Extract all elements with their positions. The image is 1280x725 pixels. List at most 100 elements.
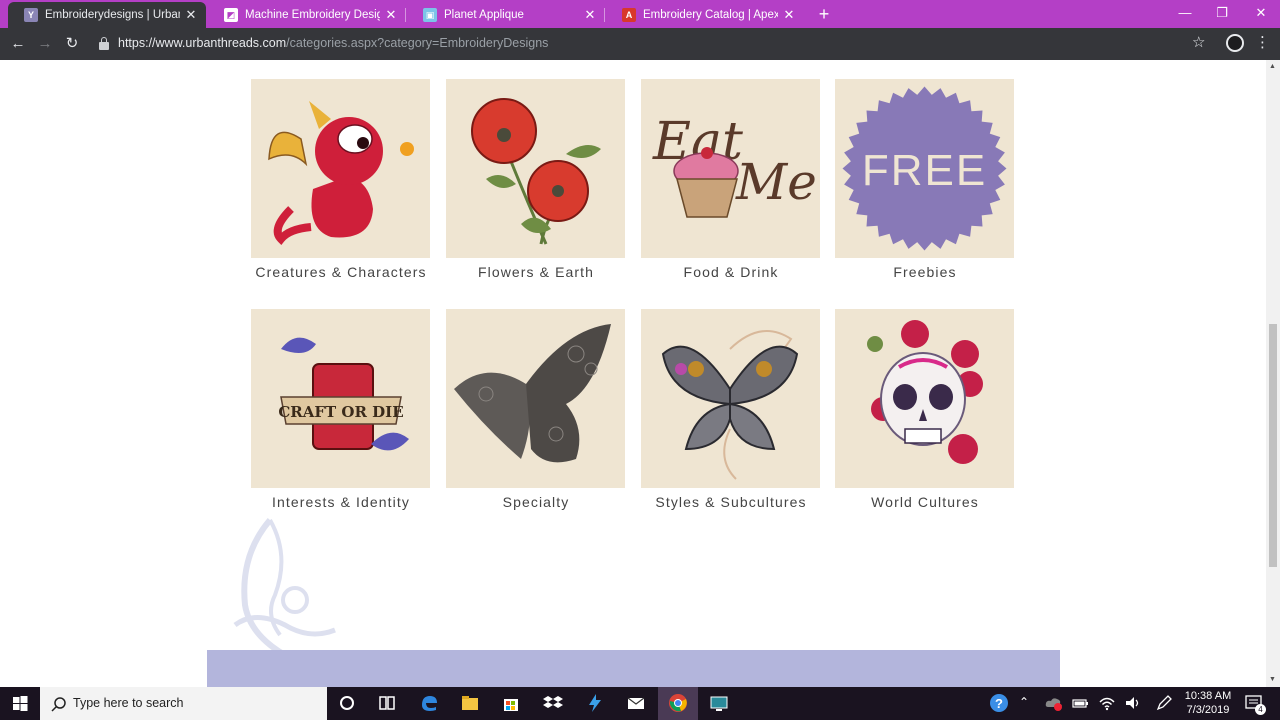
reload-icon[interactable]: ↻ (61, 33, 83, 55)
category-image[interactable]: CRAFT OR DIE (251, 309, 430, 488)
dropbox-icon[interactable] (542, 692, 564, 714)
category-interests-identity[interactable]: CRAFT OR DIE Interests & Identity (251, 309, 431, 510)
scroll-up-arrow-icon[interactable]: ▲ (1269, 63, 1276, 70)
taskbar-search-box[interactable]: Type here to search (40, 687, 327, 720)
scrollbar-thumb[interactable] (1269, 324, 1277, 567)
category-image[interactable]: Eat Me (641, 79, 820, 258)
embroidery-designs-icon: ◩ (224, 8, 238, 22)
scroll-down-arrow-icon[interactable]: ▼ (1269, 676, 1276, 683)
task-view-icon[interactable] (376, 692, 398, 714)
category-freebies[interactable]: FREE Freebies (835, 79, 1015, 280)
browser-toolbar: ← → ↻ https://www.urbanthreads.com/categ… (0, 28, 1280, 60)
free-badge-text: FREE (862, 146, 987, 195)
url-path: /categories.aspx?category=EmbroideryDesi… (286, 36, 549, 50)
close-icon[interactable]: ✕ (782, 7, 796, 23)
planet-applique-icon: ▣ (423, 8, 437, 22)
system-clock[interactable]: 10:38 AM 7/3/2019 (1182, 689, 1234, 717)
category-label[interactable]: Specialty (446, 494, 626, 510)
cloud-status-icon[interactable] (1043, 692, 1065, 714)
cupcake-icon: Eat Me (652, 112, 817, 218)
window-close-button[interactable]: ✕ (1242, 0, 1280, 28)
banner-text: CRAFT OR DIE (278, 403, 403, 421)
tab-urban-threads[interactable]: Y Embroiderydesigns | Urban Threa ✕ (8, 2, 206, 28)
category-label[interactable]: World Cultures (835, 494, 1015, 510)
lock-icon (99, 37, 109, 50)
dragon-icon (268, 101, 414, 245)
tab-separator (405, 8, 406, 22)
search-placeholder: Type here to search (73, 696, 184, 710)
tab-label: Embroidery Catalog | Apex Embr (643, 9, 778, 21)
footer-band (207, 650, 1060, 687)
category-image[interactable] (446, 309, 625, 488)
art-text-me: Me (735, 153, 817, 211)
category-image[interactable] (835, 309, 1014, 488)
restore-button[interactable]: ❐ (1203, 0, 1241, 28)
category-image[interactable] (251, 79, 430, 258)
battery-icon[interactable] (1069, 692, 1091, 714)
windows-taskbar: Type here to search ? ⌃ 10:38 AM 7/3/201… (0, 687, 1280, 720)
minimize-button[interactable]: — (1166, 0, 1204, 28)
back-arrow-icon[interactable]: ← (7, 33, 29, 55)
profile-avatar[interactable] (1226, 34, 1244, 52)
category-flowers-earth[interactable]: Flowers & Earth (446, 79, 626, 280)
category-label[interactable]: Styles & Subcultures (641, 494, 821, 510)
apex-embroidery-icon: A (622, 8, 636, 22)
forward-arrow-icon[interactable]: → (34, 33, 56, 55)
cortana-icon[interactable] (336, 692, 358, 714)
tab-separator (604, 8, 605, 22)
category-label[interactable]: Flowers & Earth (446, 264, 626, 280)
category-styles-subcultures[interactable]: Styles & Subcultures (641, 309, 821, 510)
page-scrollbar[interactable]: ▲ ▼ (1266, 60, 1280, 687)
edge-browser-icon[interactable] (418, 692, 440, 714)
svg-text:?: ? (995, 696, 1003, 711)
windows-start-button[interactable] (0, 687, 40, 720)
volume-icon[interactable] (1122, 692, 1144, 714)
close-icon[interactable]: ✕ (583, 7, 597, 23)
category-image[interactable] (446, 79, 625, 258)
craft-or-die-icon: CRAFT OR DIE (278, 337, 409, 451)
pen-icon[interactable] (1153, 692, 1175, 714)
clock-date: 7/3/2019 (1186, 704, 1230, 716)
page-content: Creatures & Characters Flowers & Earth E… (0, 60, 1266, 687)
tab-planet-applique[interactable]: ▣ Planet Applique ✕ (407, 2, 605, 28)
browser-tab-strip: Y Embroiderydesigns | Urban Threa ✕ ◩ Ma… (0, 0, 1280, 28)
category-image[interactable] (641, 309, 820, 488)
category-specialty[interactable]: Specialty (446, 309, 626, 510)
close-icon[interactable]: ✕ (184, 7, 198, 23)
clock-time: 10:38 AM (1184, 690, 1232, 702)
search-icon (51, 697, 66, 712)
url-host: https://www.urbanthreads.com (118, 36, 287, 50)
category-creatures-characters[interactable]: Creatures & Characters (251, 79, 431, 280)
category-label[interactable]: Food & Drink (641, 264, 821, 280)
tab-label: Planet Applique (444, 9, 524, 21)
category-label[interactable]: Interests & Identity (251, 494, 431, 510)
microsoft-store-icon[interactable] (500, 692, 522, 714)
sugar-skull-icon (867, 320, 983, 464)
menu-kebab-icon[interactable]: ⋮ (1255, 33, 1270, 51)
category-label[interactable]: Freebies (835, 264, 1015, 280)
lightning-app-icon[interactable] (584, 692, 606, 714)
category-image[interactable]: FREE (835, 79, 1014, 258)
wifi-icon[interactable] (1096, 692, 1118, 714)
address-bar[interactable]: https://www.urbanthreads.com/categories.… (118, 36, 548, 50)
new-tab-button[interactable]: + (814, 3, 834, 25)
help-icon[interactable]: ? (988, 692, 1010, 714)
mail-icon[interactable] (625, 692, 647, 714)
category-world-cultures[interactable]: World Cultures (835, 309, 1015, 510)
windows-logo-icon (13, 696, 28, 711)
tab-machine-embroidery[interactable]: ◩ Machine Embroidery Designs at E ✕ (208, 2, 406, 28)
tab-apex-embroidery[interactable]: A Embroidery Catalog | Apex Embr ✕ (606, 2, 804, 28)
chrome-icon[interactable] (667, 692, 689, 714)
close-icon[interactable]: ✕ (384, 7, 398, 23)
file-explorer-icon[interactable] (459, 692, 481, 714)
urban-threads-icon: Y (24, 8, 38, 22)
category-food-drink[interactable]: Eat Me Food & Drink (641, 79, 821, 280)
bookmark-star-icon[interactable]: ☆ (1192, 33, 1205, 51)
category-label[interactable]: Creatures & Characters (251, 264, 431, 280)
lace-butterfly-icon (454, 324, 611, 463)
tab-label: Embroiderydesigns | Urban Threa (45, 9, 180, 21)
screen-recorder-icon[interactable] (708, 692, 730, 714)
tab-label: Machine Embroidery Designs at E (245, 9, 380, 21)
tray-chevron-up-icon[interactable]: ⌃ (1019, 695, 1029, 709)
free-badge-icon: FREE (842, 86, 1007, 251)
